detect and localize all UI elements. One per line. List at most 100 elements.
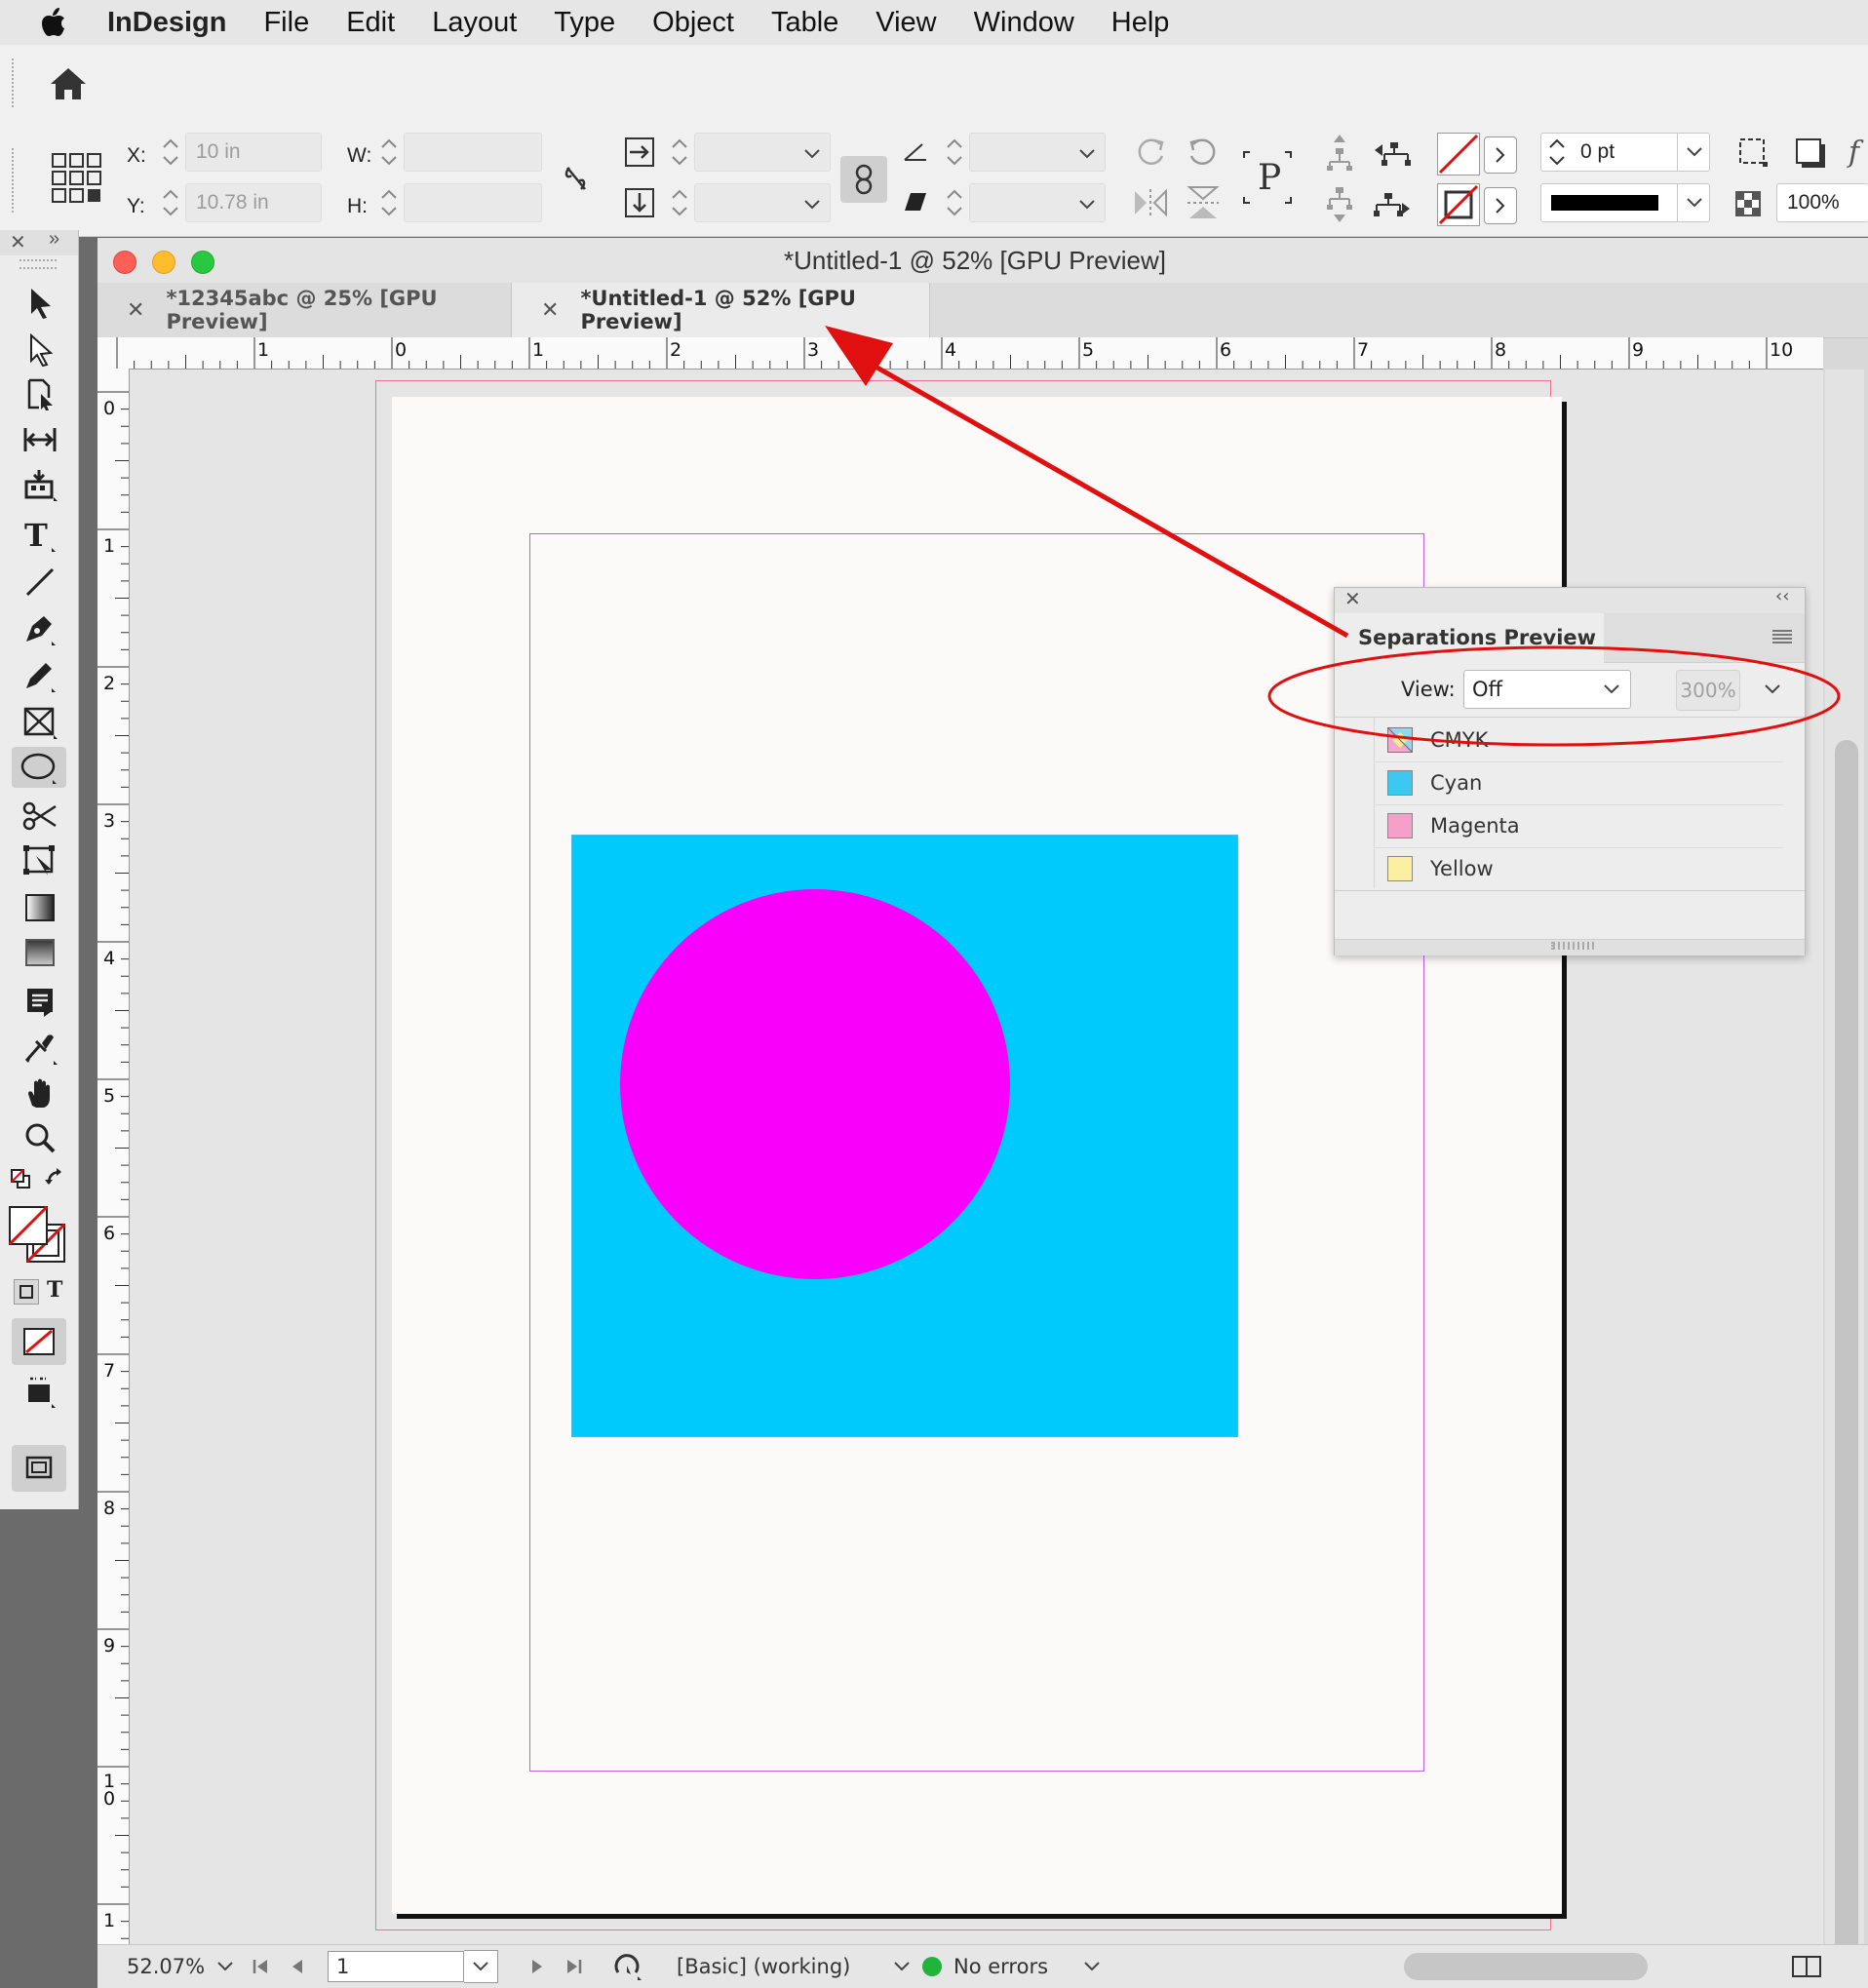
menu-file[interactable]: File xyxy=(263,7,309,39)
previous-page-icon[interactable] xyxy=(291,1945,304,1988)
pencil-tool-icon[interactable] xyxy=(18,655,62,696)
chevron-down-icon[interactable] xyxy=(1078,148,1096,160)
line-tool-icon[interactable] xyxy=(18,562,62,603)
menu-table[interactable]: Table xyxy=(771,7,838,39)
select-container-icon[interactable] xyxy=(1324,133,1355,172)
pen-tool-icon[interactable] xyxy=(18,608,62,649)
container-frame-icon[interactable] xyxy=(1737,136,1771,170)
y-stepper[interactable] xyxy=(156,183,185,222)
width-stepper[interactable] xyxy=(374,133,404,172)
note-tool-icon[interactable] xyxy=(18,981,62,1022)
free-transform-tool-icon[interactable] xyxy=(18,840,62,881)
ink-row-cyan[interactable]: Cyan xyxy=(1374,761,1783,805)
ink-limit-field[interactable]: 300% xyxy=(1676,670,1740,711)
menu-object[interactable]: Object xyxy=(652,7,734,39)
fill-none-swatch[interactable] xyxy=(1437,133,1480,175)
zoom-tool-icon[interactable] xyxy=(18,1117,62,1158)
collapse-panel-icon[interactable]: ‹‹ xyxy=(1775,586,1789,606)
close-tab-icon[interactable]: ✕ xyxy=(541,298,559,323)
rotation-stepper[interactable] xyxy=(940,133,969,172)
screen-mode-icon[interactable] xyxy=(18,1371,62,1412)
select-next-object-icon[interactable] xyxy=(1373,189,1412,220)
chevron-right-icon[interactable] xyxy=(1484,187,1517,224)
hand-tool-icon[interactable] xyxy=(18,1072,62,1113)
y-position-field[interactable]: 10.78 in xyxy=(185,183,322,222)
menu-type[interactable]: Type xyxy=(554,7,615,39)
shear-stepper[interactable] xyxy=(940,183,969,222)
split-layout-view-icon[interactable] xyxy=(1792,1945,1821,1988)
content-collector-tool-icon[interactable] xyxy=(18,464,62,505)
menu-layout[interactable]: Layout xyxy=(432,7,517,39)
panel-resize-bar[interactable] xyxy=(1335,939,1805,955)
page-tool-icon[interactable] xyxy=(18,374,62,415)
grip-handle[interactable] xyxy=(12,58,16,107)
apply-none-icon[interactable] xyxy=(12,1318,66,1365)
chevron-down-icon[interactable] xyxy=(803,148,821,160)
panel-tab-separations-preview[interactable]: Separations Preview xyxy=(1335,613,1604,662)
reference-point-icon[interactable] xyxy=(51,152,103,205)
scale-y-stepper[interactable] xyxy=(665,183,694,222)
zoom-level-dropdown[interactable]: 52.07% xyxy=(127,1945,234,1988)
formatting-affects-text-icon[interactable]: T xyxy=(47,1277,62,1303)
close-icon[interactable]: ✕ xyxy=(10,230,26,254)
chevron-down-icon[interactable] xyxy=(464,1950,498,1983)
vertical-ruler[interactable]: 0 1 2 3 4 5 6 7 8 9 1 0 1 xyxy=(97,369,130,1968)
menu-view[interactable]: View xyxy=(876,7,936,39)
grip-handle[interactable] xyxy=(12,148,16,213)
tab-untitled-1[interactable]: ✕ *Untitled-1 @ 52% [GPU Preview] xyxy=(511,283,930,337)
grip-handle[interactable] xyxy=(1551,942,1594,950)
gradient-feather-tool-icon[interactable] xyxy=(18,932,62,973)
eyedropper-tool-icon[interactable] xyxy=(18,1028,62,1069)
magenta-ellipse-frame[interactable] xyxy=(620,889,1010,1279)
preflight-profile-dropdown[interactable]: [Basic] (working) xyxy=(677,1945,911,1988)
next-page-icon[interactable] xyxy=(530,1945,544,1988)
select-previous-object-icon[interactable] xyxy=(1373,138,1412,170)
chevron-down-icon[interactable] xyxy=(1078,199,1096,211)
stroke-none-swatch[interactable] xyxy=(1437,183,1480,226)
apple-menu-icon[interactable] xyxy=(0,8,107,37)
close-tab-icon[interactable]: ✕ xyxy=(127,298,144,323)
fill-stroke-proxy-icon[interactable] xyxy=(8,1205,68,1266)
rotate-clockwise-icon[interactable] xyxy=(1133,135,1168,170)
chevron-down-icon[interactable] xyxy=(1764,683,1781,695)
x-stepper[interactable] xyxy=(156,133,185,172)
home-icon[interactable] xyxy=(49,66,88,101)
stroke-weight-stepper[interactable] xyxy=(1542,133,1572,172)
constrain-proportions-icon[interactable] xyxy=(560,162,593,195)
height-stepper[interactable] xyxy=(374,183,404,222)
select-content-icon[interactable] xyxy=(1324,185,1355,224)
ink-row-cmyk[interactable]: CMYK xyxy=(1374,719,1783,762)
ink-row-yellow[interactable]: Yellow xyxy=(1374,847,1783,891)
scissors-tool-icon[interactable] xyxy=(18,796,62,837)
menu-help[interactable]: Help xyxy=(1111,7,1170,39)
chevron-down-icon[interactable] xyxy=(1677,133,1711,172)
flip-vertical-icon[interactable] xyxy=(1186,185,1221,220)
default-fill-stroke-icon[interactable] xyxy=(10,1168,31,1189)
drop-shadow-icon[interactable] xyxy=(1794,136,1827,170)
app-name-menu[interactable]: InDesign xyxy=(107,7,226,39)
width-field[interactable] xyxy=(404,133,542,172)
type-tool-icon[interactable]: T xyxy=(18,515,62,556)
menu-window[interactable]: Window xyxy=(974,7,1074,39)
menu-edit[interactable]: Edit xyxy=(346,7,395,39)
opacity-field[interactable]: 100% xyxy=(1776,183,1868,222)
p-icon[interactable]: P xyxy=(1240,148,1295,207)
direct-selection-tool-icon[interactable] xyxy=(18,330,62,370)
x-position-field[interactable]: 10 in xyxy=(185,133,322,172)
gradient-swatch-tool-icon[interactable] xyxy=(18,887,62,928)
horizontal-scrollbar-thumb[interactable] xyxy=(1404,1953,1648,1980)
constrain-scale-icon[interactable] xyxy=(840,156,887,203)
view-mode-icon[interactable] xyxy=(12,1445,66,1492)
expand-panel-icon[interactable]: » xyxy=(49,228,59,251)
chevron-down-icon[interactable] xyxy=(803,199,821,211)
tab-12345abc[interactable]: ✕ *12345abc @ 25% [GPU Preview] xyxy=(97,283,511,337)
flip-horizontal-icon[interactable] xyxy=(1133,187,1168,218)
page-number-field[interactable]: 1 xyxy=(328,1951,464,1982)
first-page-icon[interactable] xyxy=(252,1945,271,1988)
formatting-affects-container-icon[interactable] xyxy=(14,1279,39,1305)
vertical-scrollbar[interactable] xyxy=(1825,370,1864,1988)
vertical-scrollbar-thumb[interactable] xyxy=(1835,740,1858,1988)
horizontal-ruler[interactable]: 1 0 1 2 3 4 5 6 7 8 9 10 xyxy=(97,337,1823,370)
height-field[interactable] xyxy=(404,183,542,222)
close-icon[interactable]: ✕ xyxy=(1344,587,1361,610)
